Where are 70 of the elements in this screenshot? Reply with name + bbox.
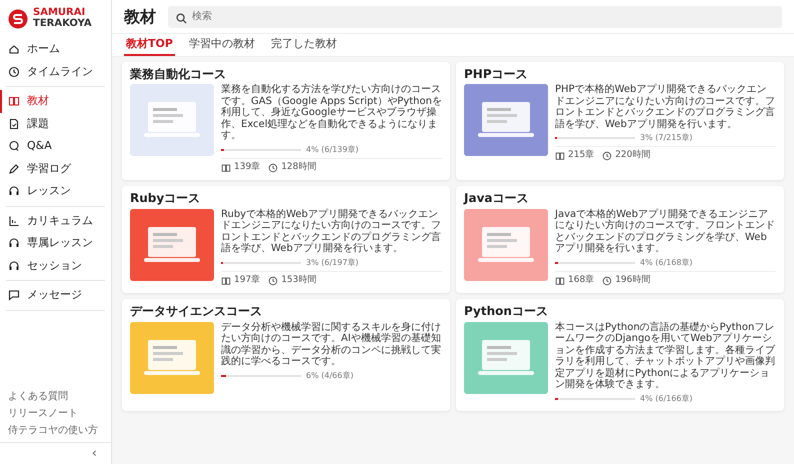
progress-text: 4% (6/166章) — [640, 392, 693, 405]
sidebar-item[interactable]: レッスン — [0, 180, 111, 202]
book-icon — [221, 276, 231, 286]
help-link[interactable]: リリースノート — [8, 406, 103, 420]
document-icon — [8, 118, 20, 130]
course-card[interactable]: PHPコース PHPで本格的Webアプリ開発できるバックエンドエンジニアになりたい方向けのコースです。フロントエンドとバックエンドのプログラミング言語を学び、Webアプリ開発を行います。 3% (7/215章) 215章 220時間 — [456, 62, 784, 180]
progress-text: 4% (6/168章) — [640, 256, 693, 269]
help-link[interactable]: 侍テラコヤの使い方 — [8, 422, 103, 438]
chapter-count: 215章 — [568, 149, 594, 162]
book-icon — [8, 95, 20, 108]
course-title[interactable]: 業務自動化コース — [130, 67, 442, 82]
pencil-icon — [8, 162, 20, 175]
book-icon — [221, 162, 231, 173]
course-description: データ分析や機械学習に関するスキルを身に付けたい方向けのコースです。AIや機械学習の基礎知識の学習から、データ分析のコンペに挑戦して実践的に学べるコースです。 — [221, 322, 442, 368]
chart-icon — [8, 214, 20, 227]
headset-icon — [8, 185, 20, 198]
progress-text: 3% (7/215章) — [640, 132, 693, 144]
course-title[interactable]: Rubyコース — [130, 191, 442, 206]
study-hours: 196時間 — [615, 274, 650, 287]
progress-text: 6% (4/66章) — [306, 370, 354, 382]
search-field[interactable]: 検索 — [168, 6, 782, 28]
clock-icon — [8, 66, 20, 78]
tab[interactable]: 完了した教材 — [268, 34, 339, 56]
study-hours: 128時間 — [281, 160, 316, 174]
course-title[interactable]: データサイエンスコース — [130, 304, 442, 319]
chapter-count: 168章 — [568, 274, 594, 287]
book-icon — [555, 151, 565, 162]
sidebar-item[interactable]: 学習ログ — [0, 158, 111, 180]
course-card[interactable]: Rubyコース Rubyで本格的Webアプリ開発できるバックエンドエンジニアになりたい方向けのコースです。フロントエンドとバックエンドのプログラミング言語を学び、Webアプリ開発を行います。 3% (6/197章) 197章 153時間 — [122, 186, 450, 294]
course-description: Javaで本格的Webアプリ開発できるエンジニアになりたい方向けのコースです。フロントエンドとバックエンドのプログラミングを学び、Webアプリ開発を行います。 — [555, 208, 776, 255]
study-hours: 220時間 — [615, 149, 650, 162]
headset-icon — [8, 260, 20, 272]
sidebar-item[interactable]: メッセージ — [0, 284, 111, 306]
sidebar-item[interactable]: カリキュラム — [0, 210, 111, 232]
clock-icon — [268, 276, 278, 286]
progress-text: 4% (6/139章) — [306, 144, 359, 156]
clock-icon — [602, 151, 612, 162]
sidebar-item[interactable]: セッション — [0, 254, 111, 277]
headset-icon — [8, 237, 20, 250]
chapter-count: 139章 — [234, 160, 260, 174]
course-title[interactable]: Javaコース — [464, 191, 776, 206]
course-description: 本コースはPythonの言語の基礎からPythonフレームワークのDjangoを用いてWebアプリケーションを作成する方法まで学習します。各種ライブラリを利用して、チャットボットアプリや画像判定アプリを題材にPythonによるアプリケーション開発を体験できます。 — [555, 322, 776, 391]
home-icon — [8, 43, 20, 56]
course-title[interactable]: PHPコース — [464, 67, 776, 82]
course-description: PHPで本格的Webアプリ開発できるバックエンドエンジニアになりたい方向けのコースです。フロントエンドとバックエンドのプログラミング言語を学び、Webアプリ開発を行います。 — [555, 84, 776, 130]
logo-icon — [8, 8, 28, 28]
logo-text: SAMURAI TERAKOYA — [33, 8, 92, 29]
course-title[interactable]: Pythonコース — [464, 304, 776, 319]
collapse-button[interactable]: ‹ — [0, 442, 111, 464]
course-card[interactable]: 業務自動化コース 業務を自動化する方法を学びたい方向けのコースです。GAS（Google Apps Script）やPythonを利用して、身近なGoogleサービスやブラウザ操作、Excel処理などを自動化できるようになります。 4% (6/139章) 139章 128時間 — [122, 62, 450, 180]
sidebar-item[interactable]: タイムライン — [0, 60, 111, 83]
sidebar-item[interactable]: ホーム — [0, 38, 111, 60]
chapter-count: 197章 — [234, 274, 260, 287]
course-card[interactable]: Pythonコース 本コースはPythonの言語の基礎からPythonフレームワークのDjangoを用いてWebアプリケーションを作成する方法まで学習します。各種ライブラリを利用して、チャットボットアプリや画像判定アプリを題材にPythonによるアプリケーション開発を体験できます。 4% (6/166章) — [456, 299, 784, 411]
page-title: 教材 — [124, 6, 156, 26]
sidebar-item[interactable]: 専属レッスン — [0, 232, 111, 254]
help-link[interactable]: よくある質問 — [8, 388, 103, 404]
clock-icon — [602, 276, 612, 286]
chat-icon — [8, 289, 20, 302]
sidebar-item[interactable]: 課題 — [0, 112, 111, 135]
course-description: Rubyで本格的Webアプリ開発できるバックエンドエンジニアになりたい方向けのコースです。フロントエンドとバックエンドのプログラミング言語を学び、Webアプリ開発を行います。 — [221, 208, 442, 255]
sidebar-item[interactable]: Q&A — [0, 135, 111, 158]
clock-icon — [268, 162, 278, 173]
progress-text: 3% (6/197章) — [306, 256, 359, 269]
book-icon — [555, 276, 565, 286]
course-card[interactable]: データサイエンスコース データ分析や機械学習に関するスキルを身に付けたい方向けのコースです。AIや機械学習の基礎知識の学習から、データ分析のコンペに挑戦して実践的に学べるコースです。 6% (4/66章) — [122, 299, 450, 411]
course-description: 業務を自動化する方法を学びたい方向けのコースです。GAS（Google Apps Script）やPythonを利用して、身近なGoogleサービスやブラウザ操作、Excel処理などを自動化できるようになります。 — [221, 84, 442, 142]
study-hours: 153時間 — [281, 274, 316, 287]
course-card[interactable]: Javaコース Javaで本格的Webアプリ開発できるエンジニアになりたい方向けのコースです。フロントエンドとバックエンドのプログラミングを学び、Webアプリ開発を行います。 4% (6/168章) 168章 196時間 — [456, 186, 784, 294]
tab[interactable]: 学習中の教材 — [186, 34, 257, 56]
